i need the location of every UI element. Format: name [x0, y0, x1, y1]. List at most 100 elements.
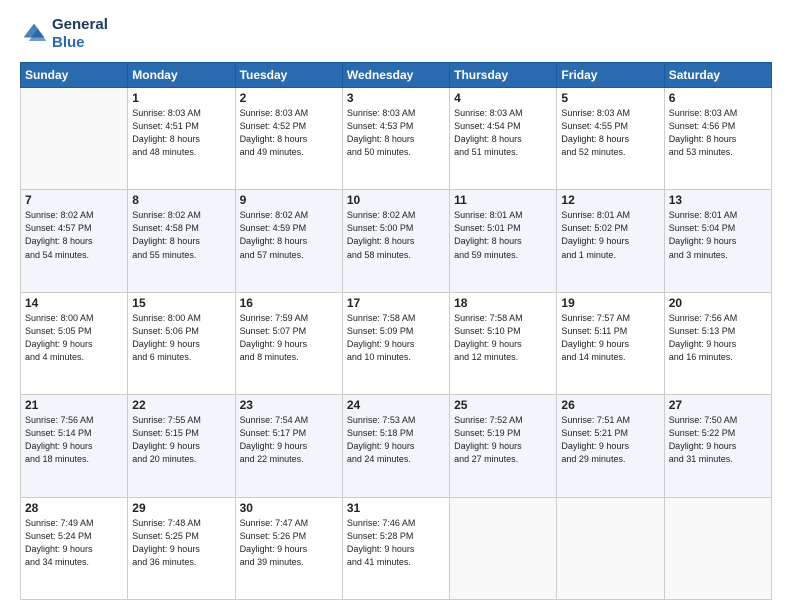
day-number: 14 — [25, 296, 123, 310]
day-info: Sunrise: 8:03 AM Sunset: 4:51 PM Dayligh… — [132, 107, 230, 159]
day-info: Sunrise: 8:02 AM Sunset: 4:58 PM Dayligh… — [132, 209, 230, 261]
day-number: 4 — [454, 91, 552, 105]
calendar-cell: 28 Sunrise: 7:49 AM Sunset: 5:24 PM Dayli… — [21, 497, 128, 599]
week-row-2: 7Sunrise: 8:02 AM Sunset: 4:57 PM Daylig… — [21, 190, 772, 292]
day-info: Sunrise: 7:49 AM Sunset: 5:24 PM Dayligh… — [25, 517, 123, 569]
day-number: 17 — [347, 296, 445, 310]
week-row-4: 21 Sunrise: 7:56 AM Sunset: 5:14 PM Dayli… — [21, 395, 772, 497]
calendar-cell: 20 Sunrise: 7:56 AM Sunset: 5:13 PM Dayli… — [664, 292, 771, 394]
day-info: Sunrise: 7:57 AM Sunset: 5:11 PM Dayligh… — [561, 312, 659, 364]
calendar-cell: 17 Sunrise: 7:58 AM Sunset: 5:09 PM Dayli… — [342, 292, 449, 394]
logo-blue: Blue — [52, 34, 85, 51]
calendar-cell — [557, 497, 664, 599]
calendar-cell — [21, 88, 128, 190]
day-number: 19 — [561, 296, 659, 310]
weekday-header-tuesday: Tuesday — [235, 63, 342, 88]
day-info: Sunrise: 8:02 AM Sunset: 4:59 PM Dayligh… — [240, 209, 338, 261]
calendar-cell: 9 Sunrise: 8:02 AM Sunset: 4:59 PM Daylig… — [235, 190, 342, 292]
weekday-header-wednesday: Wednesday — [342, 63, 449, 88]
day-number: 25 — [454, 398, 552, 412]
day-info: Sunrise: 7:56 AM Sunset: 5:14 PM Dayligh… — [25, 414, 123, 466]
weekday-header-monday: Monday — [128, 63, 235, 88]
day-info: Sunrise: 7:58 AM Sunset: 5:10 PM Dayligh… — [454, 312, 552, 364]
day-number: 8 — [132, 193, 230, 207]
day-number: 23 — [240, 398, 338, 412]
calendar-table: SundayMondayTuesdayWednesdayThursdayFrid… — [20, 62, 772, 600]
calendar-cell: 15 Sunrise: 8:00 AM Sunset: 5:06 PM Dayli… — [128, 292, 235, 394]
day-info: Sunrise: 8:00 AM Sunset: 5:06 PM Dayligh… — [132, 312, 230, 364]
day-info: Sunrise: 7:53 AM Sunset: 5:18 PM Dayligh… — [347, 414, 445, 466]
day-number: 6 — [669, 91, 767, 105]
day-number: 10 — [347, 193, 445, 207]
day-number: 24 — [347, 398, 445, 412]
day-number: 3 — [347, 91, 445, 105]
day-number: 27 — [669, 398, 767, 412]
calendar-cell: 21 Sunrise: 7:56 AM Sunset: 5:14 PM Dayli… — [21, 395, 128, 497]
calendar-cell: 4 Sunrise: 8:03 AM Sunset: 4:54 PM Daylig… — [450, 88, 557, 190]
day-number: 12 — [561, 193, 659, 207]
day-number: 28 — [25, 501, 123, 515]
day-number: 9 — [240, 193, 338, 207]
calendar-cell: 13Sunrise: 8:01 AM Sunset: 5:04 PM Dayli… — [664, 190, 771, 292]
page: General Blue SundayMondayTuesdayWednesda… — [0, 0, 792, 612]
day-info: Sunrise: 8:01 AM Sunset: 5:01 PM Dayligh… — [454, 209, 552, 261]
weekday-header-sunday: Sunday — [21, 63, 128, 88]
day-number: 21 — [25, 398, 123, 412]
calendar-cell: 10 Sunrise: 8:02 AM Sunset: 5:00 PM Dayli… — [342, 190, 449, 292]
day-info: Sunrise: 8:03 AM Sunset: 4:52 PM Dayligh… — [240, 107, 338, 159]
calendar-cell: 14 Sunrise: 8:00 AM Sunset: 5:05 PM Dayli… — [21, 292, 128, 394]
calendar-cell: 8 Sunrise: 8:02 AM Sunset: 4:58 PM Daylig… — [128, 190, 235, 292]
weekday-header-thursday: Thursday — [450, 63, 557, 88]
calendar-cell: 30 Sunrise: 7:47 AM Sunset: 5:26 PM Dayli… — [235, 497, 342, 599]
day-number: 31 — [347, 501, 445, 515]
calendar-cell: 3 Sunrise: 8:03 AM Sunset: 4:53 PM Daylig… — [342, 88, 449, 190]
week-row-1: 1 Sunrise: 8:03 AM Sunset: 4:51 PM Daylig… — [21, 88, 772, 190]
day-number: 18 — [454, 296, 552, 310]
day-info: Sunrise: 7:58 AM Sunset: 5:09 PM Dayligh… — [347, 312, 445, 364]
weekday-header-friday: Friday — [557, 63, 664, 88]
logo-general: General — [52, 16, 108, 33]
day-number: 20 — [669, 296, 767, 310]
calendar-cell: 16Sunrise: 7:59 AM Sunset: 5:07 PM Dayli… — [235, 292, 342, 394]
day-info: Sunrise: 7:47 AM Sunset: 5:26 PM Dayligh… — [240, 517, 338, 569]
day-info: Sunrise: 8:00 AM Sunset: 5:05 PM Dayligh… — [25, 312, 123, 364]
calendar-cell: 26 Sunrise: 7:51 AM Sunset: 5:21 PM Dayli… — [557, 395, 664, 497]
day-info: Sunrise: 7:56 AM Sunset: 5:13 PM Dayligh… — [669, 312, 767, 364]
day-info: Sunrise: 8:01 AM Sunset: 5:02 PM Dayligh… — [561, 209, 659, 261]
day-info: Sunrise: 8:03 AM Sunset: 4:53 PM Dayligh… — [347, 107, 445, 159]
day-number: 7 — [25, 193, 123, 207]
day-number: 16 — [240, 296, 338, 310]
day-info: Sunrise: 7:46 AM Sunset: 5:28 PM Dayligh… — [347, 517, 445, 569]
calendar-cell: 25Sunrise: 7:52 AM Sunset: 5:19 PM Dayli… — [450, 395, 557, 497]
day-info: Sunrise: 7:50 AM Sunset: 5:22 PM Dayligh… — [669, 414, 767, 466]
day-number: 5 — [561, 91, 659, 105]
calendar-cell — [450, 497, 557, 599]
day-info: Sunrise: 7:55 AM Sunset: 5:15 PM Dayligh… — [132, 414, 230, 466]
day-number: 11 — [454, 193, 552, 207]
calendar-cell: 6 Sunrise: 8:03 AM Sunset: 4:56 PM Daylig… — [664, 88, 771, 190]
day-number: 26 — [561, 398, 659, 412]
calendar-cell: 31 Sunrise: 7:46 AM Sunset: 5:28 PM Dayli… — [342, 497, 449, 599]
day-info: Sunrise: 7:48 AM Sunset: 5:25 PM Dayligh… — [132, 517, 230, 569]
calendar-cell: 29Sunrise: 7:48 AM Sunset: 5:25 PM Dayli… — [128, 497, 235, 599]
calendar-cell: 2 Sunrise: 8:03 AM Sunset: 4:52 PM Daylig… — [235, 88, 342, 190]
calendar-cell: 18 Sunrise: 7:58 AM Sunset: 5:10 PM Dayli… — [450, 292, 557, 394]
day-number: 30 — [240, 501, 338, 515]
day-info: Sunrise: 8:03 AM Sunset: 4:56 PM Dayligh… — [669, 107, 767, 159]
day-info: Sunrise: 7:51 AM Sunset: 5:21 PM Dayligh… — [561, 414, 659, 466]
day-number: 15 — [132, 296, 230, 310]
day-number: 1 — [132, 91, 230, 105]
calendar-cell: 27 Sunrise: 7:50 AM Sunset: 5:22 PM Dayli… — [664, 395, 771, 497]
header: General Blue — [20, 16, 772, 52]
day-info: Sunrise: 8:02 AM Sunset: 5:00 PM Dayligh… — [347, 209, 445, 261]
logo-text: General Blue — [52, 16, 108, 52]
day-info: Sunrise: 8:01 AM Sunset: 5:04 PM Dayligh… — [669, 209, 767, 261]
calendar-cell: 19 Sunrise: 7:57 AM Sunset: 5:11 PM Dayli… — [557, 292, 664, 394]
day-info: Sunrise: 8:03 AM Sunset: 4:54 PM Dayligh… — [454, 107, 552, 159]
logo: General Blue — [20, 16, 108, 52]
logo-icon — [20, 20, 48, 48]
calendar-cell: 11 Sunrise: 8:01 AM Sunset: 5:01 PM Dayli… — [450, 190, 557, 292]
day-info: Sunrise: 8:03 AM Sunset: 4:55 PM Dayligh… — [561, 107, 659, 159]
day-number: 2 — [240, 91, 338, 105]
calendar-cell: 22Sunrise: 7:55 AM Sunset: 5:15 PM Dayli… — [128, 395, 235, 497]
